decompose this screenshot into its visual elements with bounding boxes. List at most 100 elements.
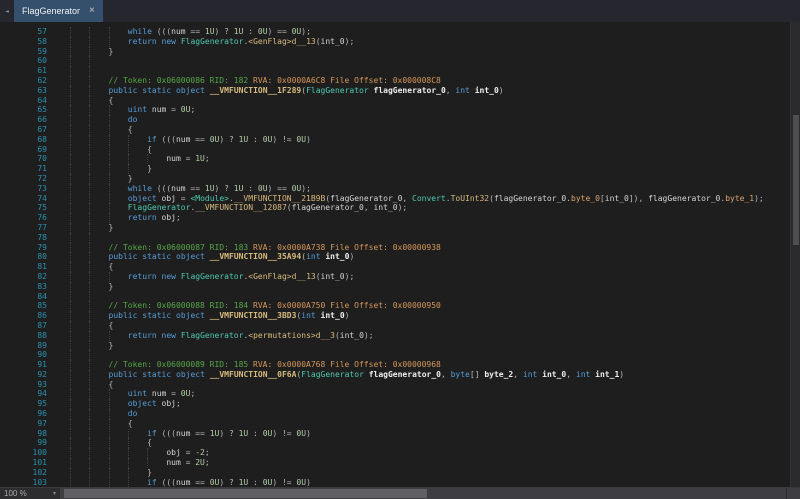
code-line[interactable]: 88 return new FlagGenerator.<permutation…: [0, 330, 790, 341]
code-text[interactable]: }: [70, 340, 790, 351]
code-line[interactable]: 85 // Token: 0x06000088 RID: 184 RVA: 0x…: [0, 301, 790, 312]
code-text[interactable]: // Token: 0x06000088 RID: 184 RVA: 0x000…: [70, 301, 790, 312]
code-text[interactable]: return obj;: [70, 213, 790, 223]
code-editor[interactable]: 57 while (((num == 1U) ? 1U : 0U) == 0U)…: [0, 22, 790, 487]
code-text[interactable]: }: [70, 281, 790, 292]
code-line[interactable]: 74 object obj = <Module>.__VMFUNCTION__2…: [0, 193, 790, 204]
code-line[interactable]: 95 object obj;: [0, 399, 790, 410]
code-text[interactable]: do: [70, 409, 790, 419]
horizontal-scrollbar-thumb[interactable]: [63, 489, 427, 498]
code-line[interactable]: 102 }: [0, 467, 790, 478]
code-text[interactable]: // Token: 0x06000089 RID: 185 RVA: 0x000…: [70, 360, 790, 370]
code-line[interactable]: 93 {: [0, 379, 790, 390]
code-line[interactable]: 89 }: [0, 340, 790, 351]
code-text[interactable]: obj = -2;: [70, 448, 790, 459]
code-text[interactable]: return new FlagGenerator.<permutations>d…: [70, 330, 790, 341]
code-line[interactable]: 98 if (((num == 1U) ? 1U : 0U) != 0U): [0, 428, 790, 439]
code-text[interactable]: if (((num == 1U) ? 1U : 0U) != 0U): [70, 428, 790, 439]
code-text[interactable]: object obj = <Module>.__VMFUNCTION__21B9…: [70, 193, 790, 204]
code-line[interactable]: 81 {: [0, 262, 790, 272]
code-line[interactable]: 87 {: [0, 320, 790, 331]
code-line[interactable]: 77 }: [0, 222, 790, 233]
code-text[interactable]: public static object __VMFUNCTION__0F6A(…: [70, 369, 790, 380]
code-text[interactable]: num = 2U;: [70, 458, 790, 468]
code-line[interactable]: 97 {: [0, 418, 790, 429]
code-line[interactable]: 67 {: [0, 124, 790, 135]
horizontal-scrollbar[interactable]: [60, 488, 786, 499]
code-line[interactable]: 60: [0, 56, 790, 67]
code-text[interactable]: {: [70, 418, 790, 429]
code-text[interactable]: }: [70, 164, 790, 174]
close-icon[interactable]: ×: [89, 6, 95, 16]
code-text[interactable]: }: [70, 173, 790, 184]
code-line[interactable]: 78: [0, 232, 790, 243]
code-text[interactable]: {: [70, 124, 790, 135]
vertical-scrollbar[interactable]: [790, 22, 800, 487]
nav-back-icon[interactable]: ◄: [0, 0, 14, 22]
code-line[interactable]: 101 num = 2U;: [0, 458, 790, 468]
code-line[interactable]: 86 public static object __VMFUNCTION__3B…: [0, 311, 790, 321]
code-text[interactable]: [70, 291, 790, 302]
code-text[interactable]: {: [70, 262, 790, 272]
code-text[interactable]: uint num = 0U;: [70, 389, 790, 400]
code-text[interactable]: public static object __VMFUNCTION__3BD3(…: [70, 311, 790, 321]
code-text[interactable]: FlagGenerator.__VMFUNCTION__12087(flagGe…: [70, 203, 790, 214]
code-line[interactable]: 96 do: [0, 409, 790, 419]
code-text[interactable]: public static object __VMFUNCTION__1F289…: [70, 85, 790, 96]
code-line[interactable]: 92 public static object __VMFUNCTION__0F…: [0, 369, 790, 380]
code-text[interactable]: return new FlagGenerator.<GenFlag>d__13(…: [70, 36, 790, 47]
code-text[interactable]: // Token: 0x06000087 RID: 183 RVA: 0x000…: [70, 242, 790, 253]
code-line[interactable]: 90: [0, 350, 790, 361]
code-text[interactable]: public static object __VMFUNCTION__35A94…: [70, 252, 790, 263]
code-line[interactable]: 103 if (((num == 0U) ? 1U : 0U) != 0U): [0, 477, 790, 487]
code-line[interactable]: 62 // Token: 0x06000086 RID: 182 RVA: 0x…: [0, 75, 790, 86]
code-line[interactable]: 82 return new FlagGenerator.<GenFlag>d__…: [0, 271, 790, 282]
code-text[interactable]: while (((num == 1U) ? 1U : 0U) == 0U);: [70, 183, 790, 194]
code-line[interactable]: 59 }: [0, 46, 790, 57]
code-line[interactable]: 76 return obj;: [0, 213, 790, 223]
code-line[interactable]: 63 public static object __VMFUNCTION__1F…: [0, 85, 790, 96]
code-text[interactable]: }: [70, 222, 790, 233]
code-line[interactable]: 75 FlagGenerator.__VMFUNCTION__12087(fla…: [0, 203, 790, 214]
code-text[interactable]: if (((num == 0U) ? 1U : 0U) != 0U): [70, 134, 790, 145]
code-line[interactable]: 65 uint num = 0U;: [0, 105, 790, 116]
code-line[interactable]: 83 }: [0, 281, 790, 292]
code-text[interactable]: [70, 66, 790, 76]
vertical-scrollbar-thumb[interactable]: [793, 115, 799, 246]
code-line[interactable]: 84: [0, 291, 790, 302]
code-text[interactable]: object obj;: [70, 399, 790, 410]
code-text[interactable]: [70, 56, 790, 67]
code-line[interactable]: 71 }: [0, 164, 790, 174]
code-line[interactable]: 57 while (((num == 1U) ? 1U : 0U) == 0U)…: [0, 27, 790, 37]
code-line[interactable]: 68 if (((num == 0U) ? 1U : 0U) != 0U): [0, 134, 790, 145]
code-text[interactable]: uint num = 0U;: [70, 105, 790, 116]
zoom-select[interactable]: 100 % ▾: [0, 488, 60, 499]
code-line[interactable]: 61: [0, 66, 790, 76]
code-line[interactable]: 58 return new FlagGenerator.<GenFlag>d__…: [0, 36, 790, 47]
code-line[interactable]: 80 public static object __VMFUNCTION__35…: [0, 252, 790, 263]
tab-flaggenerator[interactable]: FlagGenerator ×: [14, 0, 103, 22]
code-line[interactable]: 94 uint num = 0U;: [0, 389, 790, 400]
code-line[interactable]: 69 {: [0, 144, 790, 155]
code-text[interactable]: {: [70, 379, 790, 390]
code-text[interactable]: {: [70, 95, 790, 106]
code-line[interactable]: 73 while (((num == 1U) ? 1U : 0U) == 0U)…: [0, 183, 790, 194]
code-line[interactable]: 70 num = 1U;: [0, 154, 790, 165]
code-text[interactable]: // Token: 0x06000086 RID: 182 RVA: 0x000…: [70, 75, 790, 86]
code-text[interactable]: [70, 350, 790, 361]
code-text[interactable]: if (((num == 0U) ? 1U : 0U) != 0U): [70, 477, 790, 487]
code-text[interactable]: }: [70, 467, 790, 478]
code-text[interactable]: do: [70, 115, 790, 125]
code-line[interactable]: 64 {: [0, 95, 790, 106]
code-line[interactable]: 99 {: [0, 438, 790, 449]
code-line[interactable]: 100 obj = -2;: [0, 448, 790, 459]
code-text[interactable]: {: [70, 144, 790, 155]
code-text[interactable]: num = 1U;: [70, 154, 790, 165]
code-text[interactable]: [70, 232, 790, 243]
code-line[interactable]: 66 do: [0, 115, 790, 125]
code-text[interactable]: }: [70, 46, 790, 57]
code-text[interactable]: return new FlagGenerator.<GenFlag>d__13(…: [70, 271, 790, 282]
code-line[interactable]: 79 // Token: 0x06000087 RID: 183 RVA: 0x…: [0, 242, 790, 253]
code-text[interactable]: while (((num == 1U) ? 1U : 0U) == 0U);: [70, 27, 790, 37]
code-text[interactable]: {: [70, 320, 790, 331]
